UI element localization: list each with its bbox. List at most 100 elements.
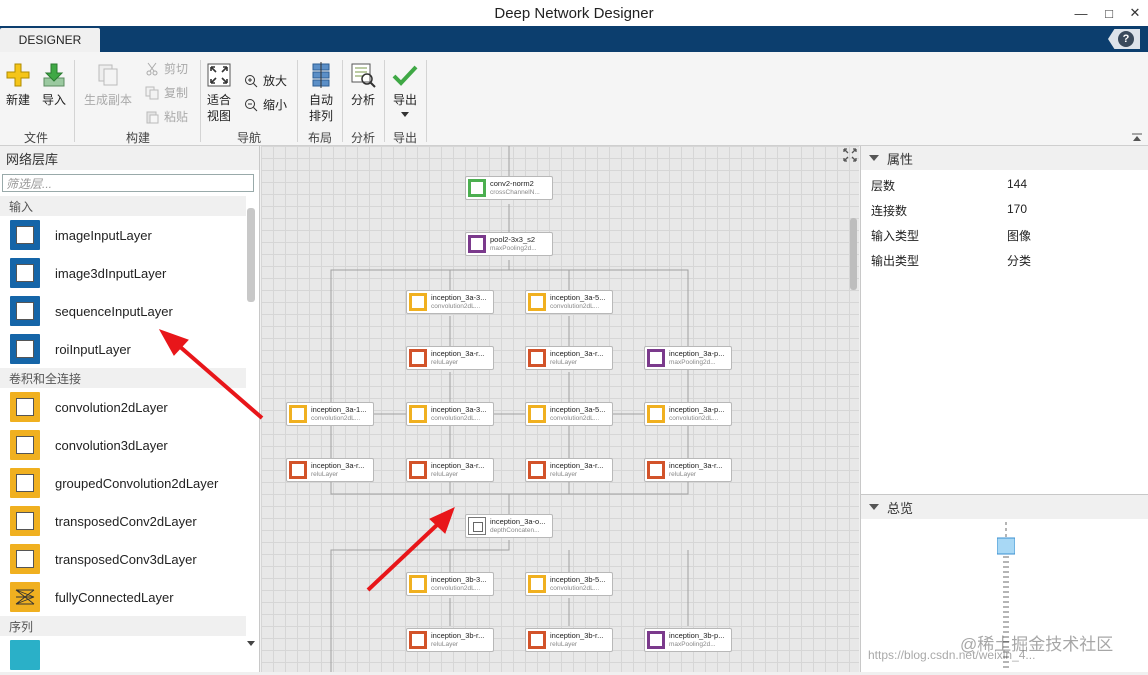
- layer-node[interactable]: inception_3b-r... reluLayer: [525, 628, 613, 652]
- layer-item-transposedconv3d[interactable]: transposedConv3dLayer: [0, 540, 246, 578]
- node-name: inception_3b-p...: [669, 631, 725, 640]
- overview-header[interactable]: 总览: [861, 495, 1148, 519]
- layer-node[interactable]: inception_3b-r... reluLayer: [406, 628, 494, 652]
- layer-node[interactable]: inception_3b-p... maxPooling2d...: [644, 628, 732, 652]
- layer-item-conv3d[interactable]: convolution3dLayer: [0, 426, 246, 464]
- layer-node[interactable]: inception_3a-3... convolution2dL...: [406, 290, 494, 314]
- conv2d-icon: [10, 392, 40, 422]
- layer-node[interactable]: inception_3a-r... reluLayer: [525, 458, 613, 482]
- node-type: convolution2dL...: [431, 415, 481, 422]
- window-titlebar: Deep Network Designer: [0, 0, 1148, 26]
- node-name: inception_3a-p...: [669, 405, 725, 414]
- conv3d-icon: [10, 430, 40, 460]
- layer-item-sequenceinput[interactable]: sequenceInputLayer: [0, 292, 246, 330]
- zoom-out-button[interactable]: 缩小: [244, 96, 287, 113]
- layer-item-transposedconv2d[interactable]: transposedConv2dLayer: [0, 502, 246, 540]
- node-name: inception_3a-p...: [669, 349, 725, 358]
- layer-node[interactable]: inception_3a-r... reluLayer: [406, 346, 494, 370]
- node-type: reluLayer: [431, 641, 459, 648]
- layer-node[interactable]: conv2-norm2 crossChannelN...: [465, 176, 553, 200]
- node-name: inception_3a-r...: [431, 461, 485, 470]
- property-value: 图像: [1007, 229, 1032, 243]
- layer-item-label: convolution2dLayer: [55, 399, 168, 415]
- node-name: inception_3a-r...: [431, 349, 485, 358]
- analyze-button[interactable]: 分析: [350, 62, 376, 108]
- layer-node[interactable]: inception_3a-r... reluLayer: [406, 458, 494, 482]
- layer-node[interactable]: inception_3a-o... depthConcaten...: [465, 514, 553, 538]
- node-type: convolution2dL...: [431, 303, 481, 310]
- layer-item-groupedconv2d[interactable]: groupedConvolution2dLayer: [0, 464, 246, 502]
- relu-icon: [528, 349, 546, 367]
- filter-layers-input[interactable]: 筛选层...: [2, 174, 254, 192]
- layer-node[interactable]: inception_3a-5... convolution2dL...: [525, 402, 613, 426]
- paste-button[interactable]: 粘贴: [145, 108, 188, 125]
- expand-canvas-icon[interactable]: [843, 148, 857, 162]
- layer-node[interactable]: inception_3a-p... maxPooling2d...: [644, 346, 732, 370]
- duplicate-button[interactable]: 生成副本: [84, 62, 132, 108]
- layer-item-label: transposedConv3dLayer: [55, 551, 197, 567]
- export-button[interactable]: 导出: [392, 62, 418, 117]
- scroll-down-icon[interactable]: [247, 641, 255, 646]
- node-type: maxPooling2d...: [490, 245, 537, 252]
- node-type: convolution2dL...: [550, 303, 600, 310]
- grouped-conv-icon: [10, 468, 40, 498]
- auto-arrange-button[interactable]: 自动 排列: [308, 62, 334, 124]
- relu-icon: [409, 631, 427, 649]
- new-label: 新建: [5, 93, 30, 107]
- properties-header[interactable]: 属性: [861, 146, 1148, 170]
- node-name: inception_3a-3...: [431, 405, 487, 414]
- layer-item-conv2d[interactable]: convolution2dLayer: [0, 388, 246, 426]
- network-canvas[interactable]: conv2-norm2 crossChannelN... pool2-3x3_s2…: [261, 146, 859, 672]
- new-button[interactable]: 新建: [5, 62, 31, 108]
- layer-node[interactable]: pool2-3x3_s2 maxPooling2d...: [465, 232, 553, 256]
- layer-item-fullyconnected[interactable]: fullyConnectedLayer: [0, 578, 246, 616]
- conv-icon: [409, 405, 427, 423]
- collapse-ribbon-icon[interactable]: [1132, 130, 1142, 141]
- zoom-in-button[interactable]: 放大: [244, 72, 287, 89]
- layer-node[interactable]: inception_3b-3... convolution2dL...: [406, 572, 494, 596]
- conv-icon: [409, 575, 427, 593]
- layer-node[interactable]: inception_3a-3... convolution2dL...: [406, 402, 494, 426]
- layer-node[interactable]: inception_3a-5... convolution2dL...: [525, 290, 613, 314]
- conv-icon: [528, 405, 546, 423]
- node-type: reluLayer: [669, 471, 697, 478]
- fully-connected-icon: [10, 582, 40, 612]
- layer-node[interactable]: inception_3a-r... reluLayer: [286, 458, 374, 482]
- import-button[interactable]: 导入: [41, 62, 67, 108]
- copy-button[interactable]: 复制: [145, 84, 188, 101]
- minimize-button[interactable]: —: [1066, 0, 1096, 26]
- cut-label: 剪切: [164, 62, 189, 76]
- layer-item-sequence-partial[interactable]: [0, 636, 246, 672]
- node-type: convolution2dL...: [669, 415, 719, 422]
- layer-node[interactable]: inception_3a-r... reluLayer: [525, 346, 613, 370]
- layer-list: 输入 imageInputLayer image3dInputLayer seq…: [0, 196, 246, 672]
- layer-item-label: imageInputLayer: [55, 227, 152, 243]
- node-name: inception_3a-r...: [669, 461, 723, 470]
- canvas-vertical-scrollbar[interactable]: [850, 218, 857, 290]
- relu-icon: [409, 461, 427, 479]
- library-scrollbar[interactable]: [247, 208, 255, 302]
- analyze-label: 分析: [350, 93, 375, 107]
- node-type: convolution2dL...: [550, 585, 600, 592]
- cut-button[interactable]: 剪切: [145, 60, 188, 77]
- layer-item-imageinput[interactable]: imageInputLayer: [0, 216, 246, 254]
- layer-node[interactable]: inception_3a-p... convolution2dL...: [644, 402, 732, 426]
- node-type: convolution2dL...: [431, 585, 481, 592]
- paste-icon: [145, 110, 159, 124]
- fit-view-button[interactable]: 适合 视图: [206, 62, 232, 124]
- help-button[interactable]: ?: [1108, 29, 1140, 49]
- node-name: inception_3b-3...: [431, 575, 487, 584]
- node-name: inception_3a-1...: [311, 405, 367, 414]
- tab-designer[interactable]: DESIGNER: [0, 28, 100, 52]
- property-value: 分类: [1007, 254, 1032, 268]
- layer-item-roiinput[interactable]: roiInputLayer: [0, 330, 246, 368]
- layer-item-image3dinput[interactable]: image3dInputLayer: [0, 254, 246, 292]
- layer-node[interactable]: inception_3b-5... convolution2dL...: [525, 572, 613, 596]
- group-analysis-label: 分析: [350, 131, 375, 145]
- close-button[interactable]: ✕: [1120, 0, 1148, 26]
- export-label: 导出: [392, 93, 417, 107]
- layer-node[interactable]: inception_3a-1... convolution2dL...: [286, 402, 374, 426]
- layer-node[interactable]: inception_3a-r... reluLayer: [644, 458, 732, 482]
- group-build-label: 构建: [125, 131, 150, 145]
- fit-view-label-2: 视图: [206, 109, 231, 123]
